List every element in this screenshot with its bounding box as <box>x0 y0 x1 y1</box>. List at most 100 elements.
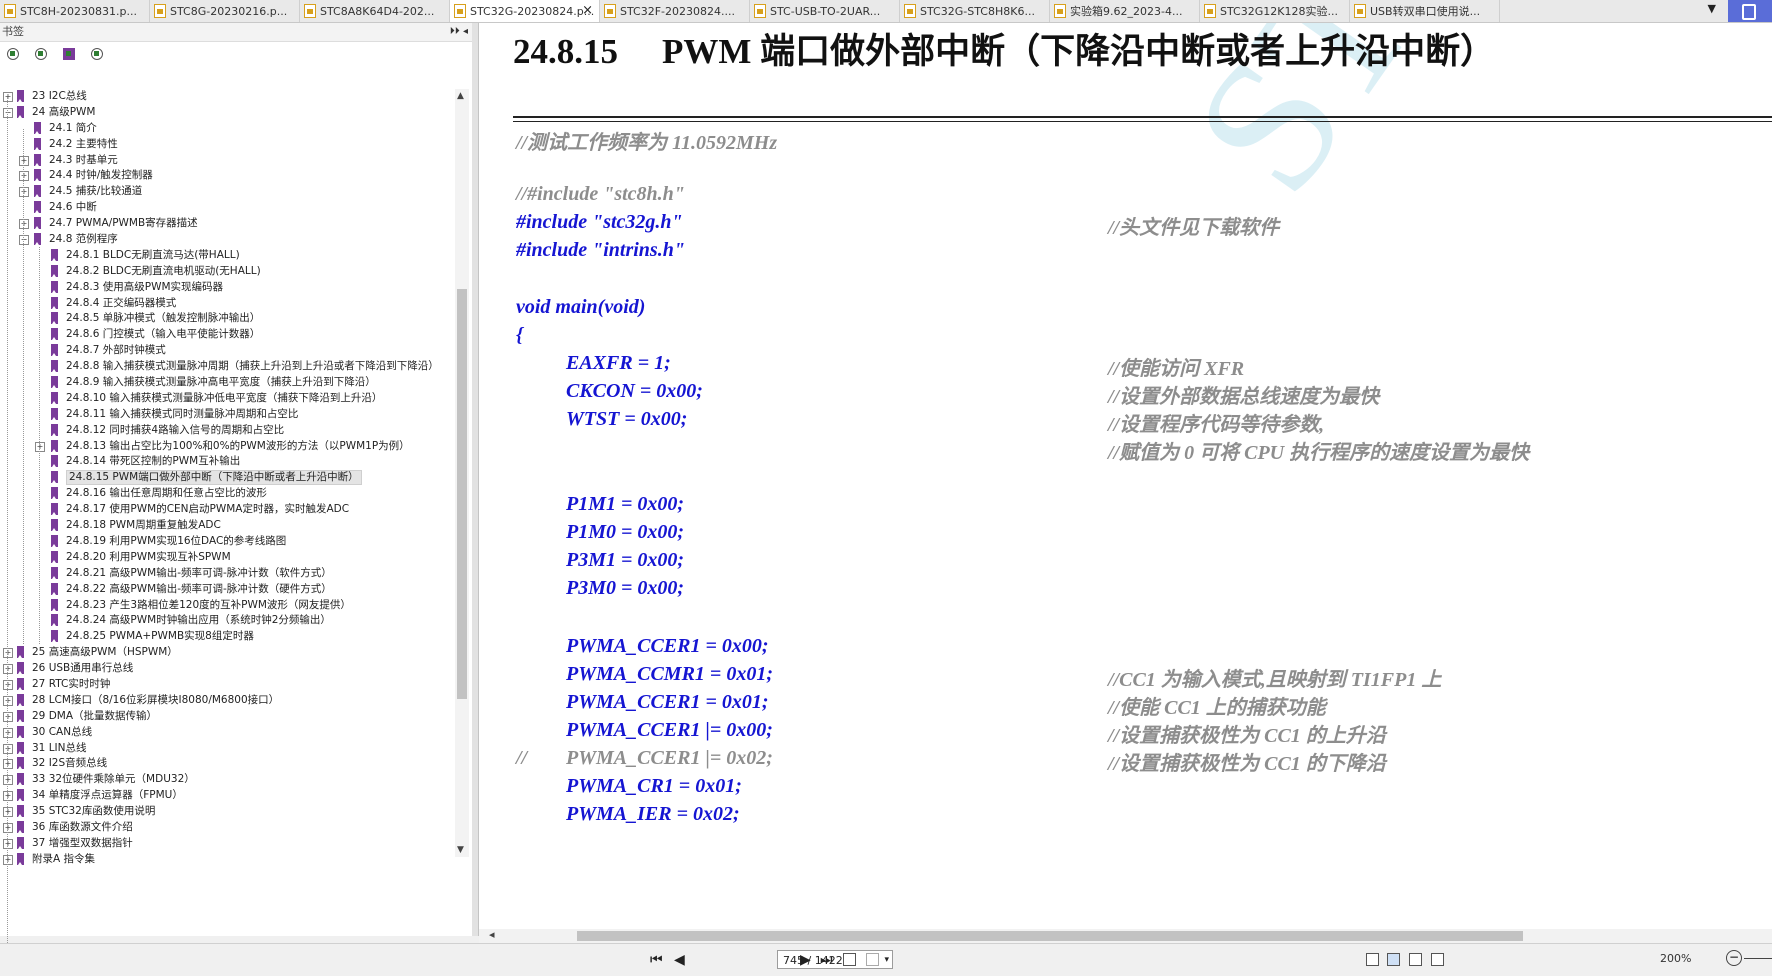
add-bookmark-icon[interactable] <box>62 47 76 61</box>
zoom-out-icon[interactable]: − <box>1726 950 1742 966</box>
expand-icon[interactable]: + <box>3 743 13 754</box>
bookmark-item[interactable]: +34 单精度浮点运算器（FPMU） <box>0 788 452 804</box>
expand-icon[interactable]: + <box>3 775 13 786</box>
bookmark-item[interactable]: +33 32位硬件乘除单元（MDU32） <box>0 772 452 788</box>
bookmark-item[interactable]: +24.3 时基单元 <box>0 153 452 169</box>
scroll-down-icon[interactable]: ▼ <box>457 845 464 855</box>
tab-3[interactable]: STC8A8K64D4-202... <box>300 0 450 22</box>
bookmark-item[interactable]: 24.8.7 外部时钟模式 <box>0 343 452 359</box>
bookmark-item[interactable]: 24.8.23 产生3路相位差120度的互补PWM波形（网友提供） <box>0 598 452 614</box>
bookmark-item[interactable]: 24.8.12 同时捕获4路输入信号的周期和占空比 <box>0 423 452 439</box>
bookmark-item[interactable]: 24.8.24 高级PWM时钟输出应用（系统时钟2分频输出） <box>0 613 452 629</box>
bookmark-item[interactable]: +29 DMA（批量数据传输） <box>0 709 452 725</box>
expand-icon[interactable]: + <box>3 695 13 706</box>
bookmark-item[interactable]: 24.8.20 利用PWM实现互补SPWM <box>0 550 452 566</box>
bookmark-item[interactable]: +31 LIN总线 <box>0 741 452 757</box>
expand-icon[interactable]: + <box>19 155 29 166</box>
bookmark-item[interactable]: 24.8.21 高级PWM输出-频率可调-脉冲计数（软件方式） <box>0 566 452 582</box>
bookmark-item[interactable]: +24.8.13 输出占空比为100%和0%的PWM波形的方法（以PWM1P为例… <box>0 439 452 455</box>
bookmark-item[interactable]: 24.2 主要特性 <box>0 137 452 153</box>
bookmark-item[interactable]: 24.8.17 使用PWM的CEN启动PWMA定时器，实时触发ADC <box>0 502 452 518</box>
expand-icon[interactable]: + <box>3 664 13 675</box>
tab-10[interactable]: USB转双串口使用说... <box>1350 0 1500 22</box>
bookmark-item[interactable]: 24.8.9 输入捕获模式测量脉冲高电平宽度（捕获上升沿到下降沿） <box>0 375 452 391</box>
book-view-icon[interactable] <box>1431 953 1444 966</box>
bookmark-item[interactable]: +25 高速高级PWM（HSPWM） <box>0 645 452 661</box>
tab-1[interactable]: STC8H-20230831.p... <box>0 0 150 22</box>
expand-icon[interactable]: + <box>3 791 13 802</box>
tab-close-icon[interactable]: × <box>582 3 593 18</box>
first-page-button[interactable]: ⏮ <box>650 952 663 968</box>
tab-5[interactable]: STC32F-20230824.... <box>600 0 750 22</box>
expand-icon[interactable]: + <box>3 92 13 102</box>
bookmark-item[interactable]: 24.8.8 输入捕获模式测量脉冲周期（捕获上升沿到上升沿或者下降沿到下降沿） <box>0 359 452 375</box>
bookmark-item[interactable]: 24.8.19 利用PWM实现16位DAC的参考线路图 <box>0 534 452 550</box>
bookmark-item[interactable]: +35 STC32库函数使用说明 <box>0 804 452 820</box>
sidebar-scroll-thumb[interactable] <box>457 289 467 699</box>
bookmark-item[interactable]: 24.8.16 输出任意周期和任意占空比的波形 <box>0 486 452 502</box>
bookmark-item[interactable]: +28 LCM接口（8/16位彩屏模块I8080/M6800接口） <box>0 693 452 709</box>
bookmark-item[interactable]: 24.8.2 BLDC无刷直流电机驱动(无HALL) <box>0 264 452 280</box>
tab-7[interactable]: STC32G-STC8H8K6... <box>900 0 1050 22</box>
expand-icon[interactable]: + <box>3 711 13 722</box>
bookmark-item[interactable]: +24.4 时钟/触发控制器 <box>0 168 452 184</box>
bookmark-item[interactable]: 24.1 简介 <box>0 121 452 137</box>
bookmark-item[interactable]: +37 增强型双数据指针 <box>0 836 452 852</box>
prev-page-button[interactable]: ◀ <box>674 952 685 968</box>
scroll-left-icon[interactable]: ◂ <box>489 928 495 941</box>
continuous-view-icon[interactable] <box>1387 953 1400 966</box>
zoom-level[interactable]: 200% <box>1660 952 1691 965</box>
bookmark-item[interactable]: +36 库函数源文件介绍 <box>0 820 452 836</box>
bookmark-item[interactable]: +23 I2C总线 <box>0 89 452 105</box>
facing-view-icon[interactable] <box>1409 953 1422 966</box>
bookmark-item[interactable]: 24.8.22 高级PWM输出-频率可调-脉冲计数（硬件方式） <box>0 582 452 598</box>
bookmark-item[interactable]: +27 RTC实时时钟 <box>0 677 452 693</box>
expand-icon[interactable]: + <box>19 219 29 230</box>
expand-icon[interactable]: + <box>19 187 29 198</box>
bookmark-item[interactable]: +30 CAN总线 <box>0 725 452 741</box>
horizontal-scroll-thumb[interactable] <box>577 931 1523 941</box>
expand-bookmarks-icon[interactable] <box>6 47 20 61</box>
sidebar-splitter[interactable] <box>472 23 479 936</box>
bookmark-item[interactable]: 24.8.14 带死区控制的PWM互补输出 <box>0 454 452 470</box>
bookmark-item[interactable]: 24.8.4 正交编码器模式 <box>0 296 452 312</box>
expand-icon[interactable]: + <box>35 441 45 452</box>
bookmark-item[interactable]: 24.8.1 BLDC无刷直流马达(带HALL) <box>0 248 452 264</box>
bookmark-item[interactable]: 24.8.11 输入捕获模式同时测量脉冲周期和占空比 <box>0 407 452 423</box>
bookmark-item[interactable]: +32 I2S音频总线 <box>0 756 452 772</box>
expand-icon[interactable]: + <box>3 854 13 865</box>
bookmark-item[interactable]: − 24 高级PWM <box>0 105 452 121</box>
bookmark-item[interactable]: 24.8.18 PWM周期重复触发ADC <box>0 518 452 534</box>
find-bookmark-icon[interactable] <box>90 47 104 61</box>
horizontal-scrollbar[interactable]: ◂ <box>479 928 1772 943</box>
app-corner-icon[interactable] <box>1728 0 1772 22</box>
tab-9[interactable]: STC32G12K128实验... <box>1200 0 1350 22</box>
tab-6[interactable]: STC-USB-TO-2UAR... <box>750 0 900 22</box>
collapse-icon[interactable]: − <box>19 235 29 246</box>
tab-2[interactable]: STC8G-20230216.p... <box>150 0 300 22</box>
bookmark-item[interactable]: − 24.8 范例程序 <box>0 232 452 248</box>
bookmark-item[interactable]: 24.8.6 门控模式（输入电平使能计数器） <box>0 327 452 343</box>
single-page-view-icon[interactable] <box>1366 953 1379 966</box>
page-dropdown-icon[interactable]: ▾ <box>884 951 889 970</box>
expand-icon[interactable]: + <box>3 648 13 659</box>
next-page-button[interactable]: ▶ <box>800 952 811 968</box>
expand-icon[interactable]: + <box>19 171 29 182</box>
bookmark-item[interactable]: 24.8.3 使用高级PWM实现编码器 <box>0 280 452 296</box>
scroll-up-icon[interactable]: ▲ <box>457 91 464 101</box>
zoom-slider[interactable] <box>1744 958 1772 959</box>
expand-icon[interactable]: + <box>3 759 13 770</box>
bookmark-item[interactable]: +24.5 捕获/比较通道 <box>0 184 452 200</box>
bookmark-item[interactable]: 24.8.10 输入捕获模式测量脉冲低电平宽度（捕获下降沿到上升沿） <box>0 391 452 407</box>
expand-icon[interactable]: + <box>3 807 13 818</box>
last-page-button[interactable]: ⏭ <box>820 952 833 968</box>
bookmark-item[interactable]: +24.7 PWMA/PWMB寄存器描述 <box>0 216 452 232</box>
bookmark-item[interactable]: 24.8.15 PWM端口做外部中断（下降沿中断或者上升沿中断） <box>0 470 452 486</box>
bookmark-item[interactable]: 24.8.5 单脉冲模式（触发控制脉冲输出） <box>0 311 452 327</box>
sidebar-scrollbar[interactable]: ▲ ▼ <box>455 89 469 857</box>
tab-8[interactable]: 实验箱9.62_2023-4... <box>1050 0 1200 22</box>
copy-page-icon[interactable] <box>843 953 856 966</box>
bookmark-item[interactable]: 24.6 中断 <box>0 200 452 216</box>
expand-icon[interactable]: + <box>3 679 13 690</box>
paste-page-icon[interactable] <box>866 953 879 966</box>
